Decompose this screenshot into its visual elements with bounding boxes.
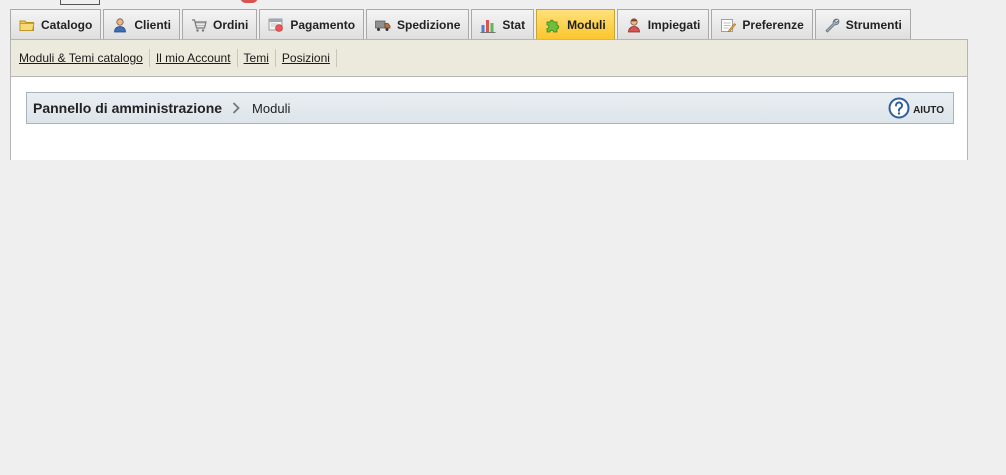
breadcrumb-separator-icon [232, 102, 240, 114]
tab-catalogo[interactable]: Catalogo [10, 9, 102, 40]
tab-label: Stat [502, 18, 526, 32]
truck-icon [375, 20, 391, 31]
page-header-toolbar: Pannello di amministrazione Moduli AIUTO [26, 92, 954, 124]
payment-icon [268, 18, 284, 32]
tab-label: Preferenze [742, 18, 804, 32]
tab-label: Strumenti [845, 18, 902, 32]
tab-spedizione[interactable]: Spedizione [366, 9, 470, 40]
help-icon [888, 97, 910, 119]
subnav-moduli-temi-catalogo[interactable]: Moduli & Temi catalogo [17, 49, 150, 67]
tab-label: Moduli [567, 18, 606, 32]
bar-chart-icon [480, 20, 496, 33]
tab-label: Pagamento [290, 18, 356, 32]
customer-icon [114, 18, 127, 33]
tab-stat[interactable]: Stat [471, 9, 535, 40]
help-label: AIUTO [913, 104, 944, 116]
breadcrumb-current: Moduli [252, 100, 291, 116]
partial-top-element [60, 0, 100, 5]
subnav-posizioni[interactable]: Posizioni [280, 49, 337, 67]
employee-icon [627, 18, 640, 33]
puzzle-icon [546, 19, 560, 33]
tab-clienti[interactable]: Clienti [103, 9, 181, 40]
preferences-icon [721, 19, 737, 33]
tab-moduli[interactable]: Moduli [536, 9, 615, 40]
main-tab-bar: Catalogo Clienti Ordini Pagamento Spediz… [10, 9, 913, 40]
tab-preferenze[interactable]: Preferenze [711, 9, 813, 40]
cart-icon [192, 19, 207, 32]
subnav-temi[interactable]: Temi [242, 49, 276, 67]
main-content-panel: Pannello di amministrazione Moduli AIUTO [10, 77, 968, 160]
tab-label: Clienti [134, 18, 172, 32]
help-button[interactable]: AIUTO [888, 97, 944, 119]
tab-label: Ordini [213, 18, 249, 32]
partial-top-icon [240, 0, 258, 3]
sub-navigation: Moduli & Temi catalogo Il mio Account Te… [10, 39, 968, 77]
tab-label: Spedizione [397, 18, 461, 32]
tab-pagamento[interactable]: Pagamento [259, 9, 365, 40]
tab-label: Impiegati [647, 18, 701, 32]
tab-ordini[interactable]: Ordini [182, 9, 258, 40]
tab-strumenti[interactable]: Strumenti [814, 9, 911, 40]
tab-label: Catalogo [41, 18, 93, 32]
subnav-mio-account[interactable]: Il mio Account [154, 49, 238, 67]
tab-impiegati[interactable]: Impiegati [616, 9, 710, 40]
breadcrumb-root[interactable]: Pannello di amministrazione [33, 100, 222, 116]
folder-icon [19, 20, 35, 31]
wrench-icon [825, 18, 840, 33]
